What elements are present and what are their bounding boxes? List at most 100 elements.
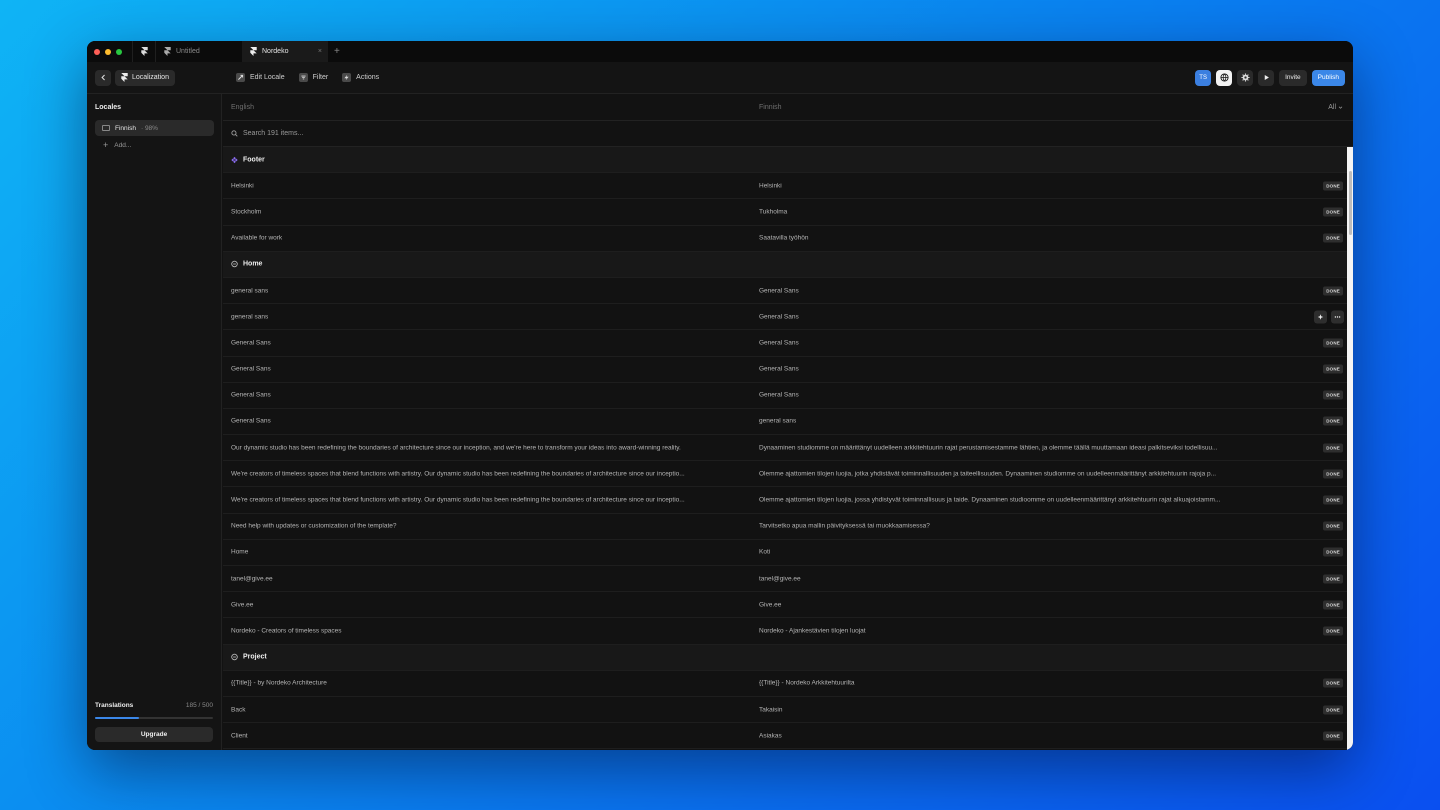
translation-field[interactable]: Koti [759, 549, 1281, 556]
edit-locale-button[interactable]: Edit Locale [235, 73, 285, 82]
status-filter-label: All [1328, 103, 1336, 111]
framer-logo-icon [250, 47, 257, 56]
ai-translate-button[interactable] [1314, 310, 1327, 324]
translation-field[interactable]: Olemme ajattomien tilojen luojia, jossa … [759, 497, 1281, 504]
translation-row[interactable]: We're creators of timeless spaces that b… [223, 487, 1353, 514]
translation-row[interactable]: General Sans general sans DONE [223, 409, 1353, 436]
flag-icon [102, 125, 110, 131]
status-badge: DONE [1323, 390, 1343, 400]
translation-row[interactable]: General Sans General Sans DONE [223, 383, 1353, 409]
target-column-header: Finnish [759, 103, 782, 111]
translation-row[interactable]: Give.ee Give.ee DONE [223, 592, 1353, 619]
sparkle-icon [1317, 313, 1324, 320]
translation-row[interactable]: We're creators of timeless spaces that b… [223, 461, 1353, 488]
translation-row[interactable]: Back Takaisin DONE [223, 697, 1353, 724]
translations-usage: Translations 185 / 500 Upgrade [95, 702, 213, 742]
settings-button[interactable] [1237, 69, 1254, 86]
tab-untitled[interactable]: Untitled [156, 41, 242, 62]
filter-icon [298, 73, 308, 82]
translation-row[interactable]: Client Asiakas DONE [223, 723, 1353, 750]
translation-field[interactable]: General Sans [759, 287, 1281, 294]
minimize-window-button[interactable] [105, 48, 111, 55]
tab-nordeko[interactable]: Nordeko × [242, 41, 328, 62]
row-actions [1314, 310, 1344, 324]
actions-button[interactable]: Actions [342, 73, 379, 82]
avatar[interactable]: TS [1195, 69, 1212, 86]
toolbar-right: TS Invite Publish [1195, 69, 1353, 86]
translation-field[interactable]: Tarvitsetko apua mallin päivityksessä ta… [759, 523, 1281, 530]
translation-field[interactable]: General Sans [759, 392, 1281, 399]
translation-field[interactable]: Give.ee [759, 601, 1281, 608]
source-column-header: English [231, 103, 254, 111]
locale-name: Finnish [115, 124, 136, 132]
zoom-window-button[interactable] [116, 48, 122, 55]
status-badge: DONE [1323, 286, 1343, 296]
search-input[interactable]: Search 191 items... [243, 130, 303, 137]
home-tab[interactable] [133, 47, 155, 56]
group-header[interactable]: Project [223, 644, 1353, 671]
status-badge: DONE [1323, 521, 1343, 531]
source-text: We're creators of timeless spaces that b… [231, 470, 685, 478]
toolbar: Localization Edit Locale Filter Actions … [87, 62, 1353, 94]
translation-row[interactable]: Available for work Saatavilla työhön DONE [223, 226, 1353, 252]
preview-button[interactable] [1258, 69, 1275, 86]
source-text: Back [231, 706, 246, 714]
status-filter-dropdown[interactable]: All [1328, 104, 1343, 111]
group-header[interactable]: Home [223, 251, 1353, 278]
globe-button[interactable] [1216, 69, 1233, 86]
translation-field[interactable]: Asiakas [759, 732, 1281, 739]
translation-row[interactable]: Helsinki Helsinki DONE [223, 173, 1353, 200]
translation-field[interactable]: General Sans [759, 366, 1281, 373]
new-tab-button[interactable]: + [328, 46, 346, 57]
translation-row[interactable]: {{Title}} - by Nordeko Architecture {{Tit… [223, 671, 1353, 697]
translation-row[interactable]: general sans General Sans [223, 304, 1353, 331]
add-locale-button[interactable]: + Add... [103, 140, 131, 150]
breadcrumb[interactable]: Localization [115, 69, 175, 86]
translation-field[interactable]: general sans [759, 418, 1281, 425]
translation-field[interactable]: General Sans [759, 313, 1281, 320]
translation-field[interactable]: General Sans [759, 339, 1281, 346]
group-header[interactable]: Footer [223, 147, 1353, 174]
status-badge: DONE [1323, 416, 1343, 426]
filter-button[interactable]: Filter [298, 73, 328, 82]
translations-progress [95, 717, 213, 719]
status-badge: DONE [1323, 469, 1343, 479]
upgrade-button[interactable]: Upgrade [95, 727, 213, 742]
translation-row[interactable]: Stockholm Tukholma DONE [223, 199, 1353, 226]
translation-field[interactable]: Dynaaminen studiomme on määrittänyt uude… [759, 444, 1281, 451]
source-text: General Sans [231, 339, 271, 347]
status-badge: DONE [1323, 338, 1343, 348]
translation-row[interactable]: Nordeko - Creators of timeless spaces Nor… [223, 618, 1353, 645]
translation-field[interactable]: Olemme ajattomien tilojen luojia, jotka … [759, 470, 1281, 477]
close-window-button[interactable] [94, 48, 100, 55]
status-badge: DONE [1323, 364, 1343, 374]
back-button[interactable] [95, 69, 111, 86]
translation-field[interactable]: Takaisin [759, 706, 1281, 713]
locales-sidebar: Locales Finnish · 98% + Add... Translati… [87, 94, 222, 750]
search-bar[interactable]: Search 191 items... [223, 121, 1353, 147]
publish-button[interactable]: Publish [1311, 69, 1345, 86]
translation-field[interactable]: Tukholma [759, 208, 1281, 215]
scrollbar-track[interactable] [1347, 147, 1353, 750]
translation-field[interactable]: Nordeko - Ajankestävien tilojen luojat [759, 627, 1281, 634]
translations-count: 185 / 500 [185, 702, 213, 709]
translation-field[interactable]: Saatavilla työhön [759, 235, 1281, 242]
locale-item-finnish[interactable]: Finnish · 98% [95, 120, 214, 136]
translation-row[interactable]: General Sans General Sans DONE [223, 357, 1353, 383]
translation-row[interactable]: tanel@give.ee tanel@give.ee DONE [223, 566, 1353, 593]
translation-field[interactable]: {{Title}} - Nordeko Arkkitehtuurilta [759, 680, 1281, 687]
scrollbar-thumb[interactable] [1349, 171, 1352, 235]
translation-row[interactable]: general sans General Sans DONE [223, 278, 1353, 305]
globe-icon [1220, 73, 1229, 82]
bolt-icon [342, 73, 352, 82]
invite-button[interactable]: Invite [1279, 69, 1307, 86]
more-options-button[interactable] [1331, 310, 1344, 324]
translation-row[interactable]: Need help with updates or customization … [223, 514, 1353, 540]
source-text: Client [231, 732, 248, 740]
translation-field[interactable]: tanel@give.ee [759, 575, 1281, 582]
translation-row[interactable]: Our dynamic studio has been redefining t… [223, 435, 1353, 462]
translation-field[interactable]: Helsinki [759, 182, 1281, 189]
translation-row[interactable]: General Sans General Sans DONE [223, 330, 1353, 357]
translation-row[interactable]: Home Koti DONE [223, 540, 1353, 566]
close-tab-icon[interactable]: × [318, 48, 322, 55]
